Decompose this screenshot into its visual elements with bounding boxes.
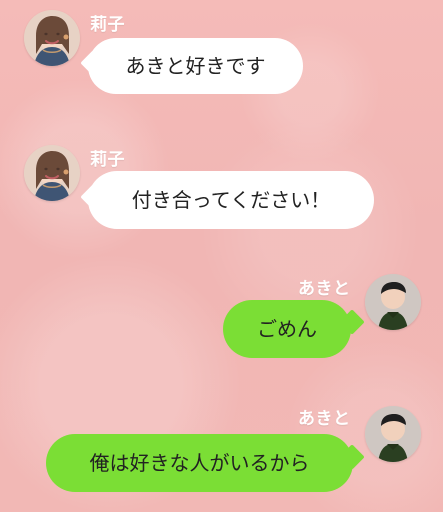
man-avatar-icon[interactable] [365,406,421,462]
message-text: あきと好きです [125,54,266,78]
sender-name: あきと [298,409,351,429]
outgoing-message-bubble[interactable]: 俺は好きな人がいるから [46,434,353,492]
sender-name: あきと [298,279,351,299]
message-text: 俺は好きな人がいるから [89,451,310,475]
outgoing-message-bubble[interactable]: ごめん [223,300,351,358]
incoming-message-bubble[interactable]: あきと好きです [88,38,303,94]
man-avatar-icon[interactable] [365,274,421,330]
message-text: 付き合ってください！ [131,188,331,212]
sender-name: 莉子 [90,15,125,35]
woman-avatar-icon[interactable] [24,10,80,66]
incoming-message-bubble[interactable]: 付き合ってください！ [88,171,374,229]
message-text: ごめん [257,317,317,341]
sender-name: 莉子 [90,150,125,170]
woman-avatar-icon[interactable] [24,145,80,201]
